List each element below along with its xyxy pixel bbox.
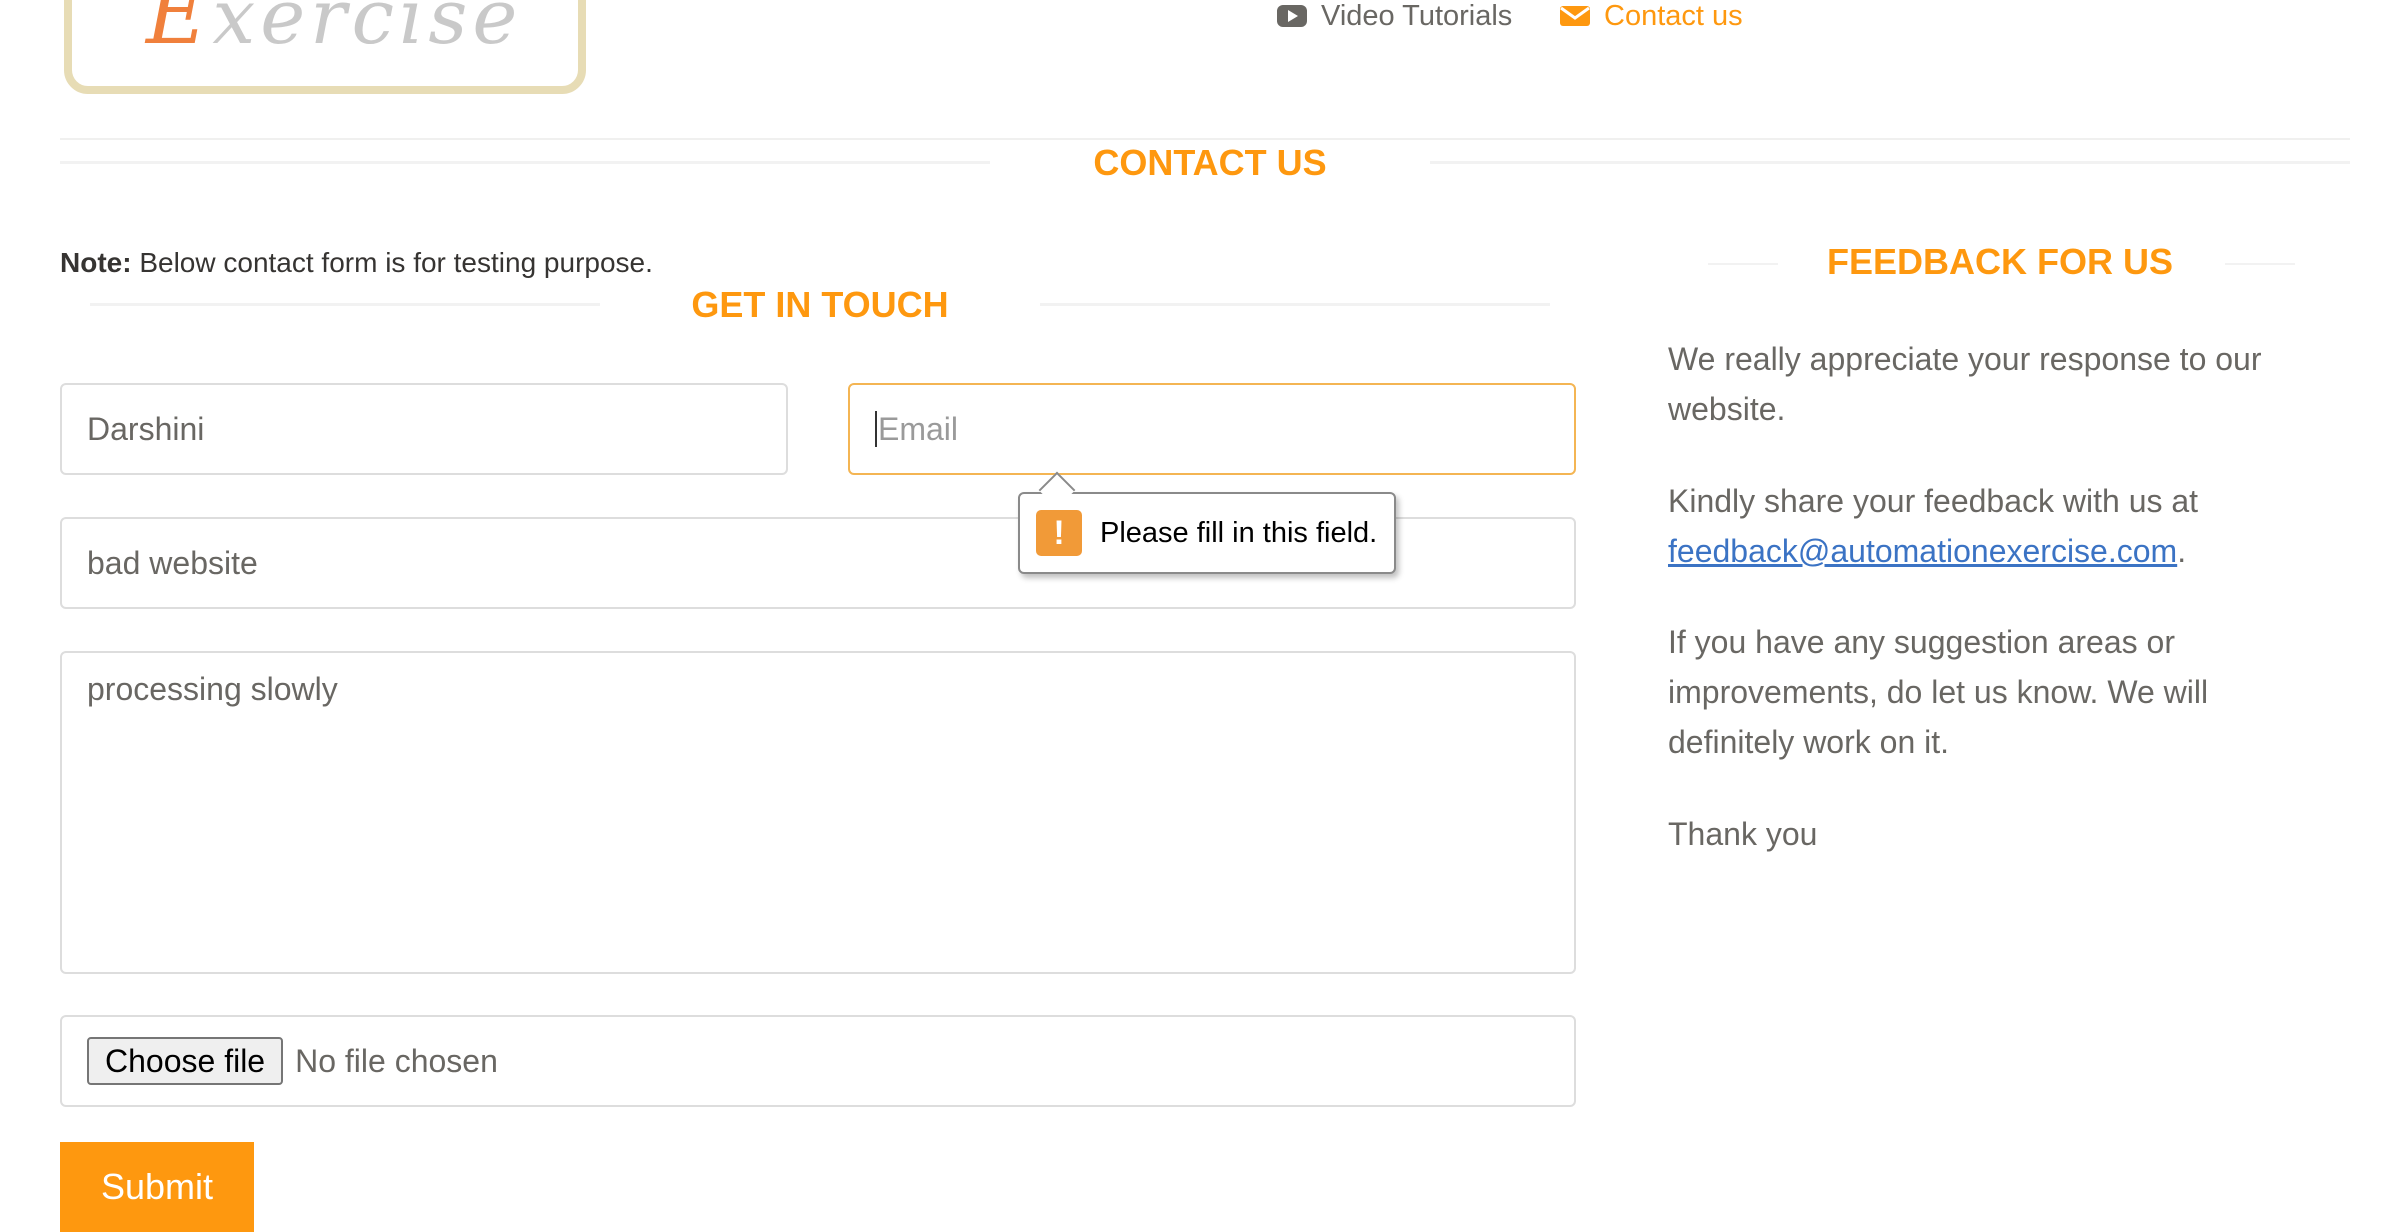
feedback-paragraph-1: We really appreciate your response to ou… — [1668, 341, 2262, 427]
form-title: GET IN TOUCH — [691, 284, 949, 325]
warning-icon: ! — [1036, 510, 1082, 556]
feedback-rule-left — [1708, 263, 1778, 265]
header-divider — [60, 138, 2350, 140]
submit-button[interactable]: Submit — [60, 1142, 254, 1232]
nav-contact-us[interactable]: Contact us — [1560, 0, 1743, 32]
get-in-touch-rule-right — [1040, 303, 1550, 306]
envelope-icon — [1560, 4, 1590, 28]
youtube-play-icon — [1277, 4, 1307, 28]
file-upload-field[interactable]: Choose file No file chosen — [60, 1015, 1576, 1107]
feedback-paragraph-3: If you have any suggestion areas or impr… — [1668, 624, 2209, 760]
feedback-paragraph-2: Kindly share your feedback with us at fe… — [1668, 483, 2199, 569]
logo-text: Exercise — [146, 0, 523, 63]
nav-video-tutorials[interactable]: Video Tutorials — [1277, 0, 1512, 32]
validation-tooltip: ! Please fill in this field. — [1018, 492, 1396, 574]
title-rule-left — [60, 161, 990, 164]
feedback-rule-right — [2225, 263, 2295, 265]
validation-message: Please fill in this field. — [1100, 516, 1378, 549]
choose-file-button[interactable]: Choose file — [87, 1037, 284, 1085]
message-textarea[interactable]: processing slowly — [60, 651, 1576, 974]
feedback-email-link[interactable]: feedback@automationexercise.com — [1668, 533, 2177, 569]
feedback-title: FEEDBACK FOR US — [1826, 241, 2173, 282]
get-in-touch-rule-left — [90, 303, 600, 306]
feedback-thank-you: Thank you — [1668, 816, 1818, 852]
name-input[interactable]: Darshini — [60, 383, 788, 475]
title-rule-right — [1430, 161, 2350, 164]
file-status: No file chosen — [295, 1042, 498, 1079]
text-caret — [875, 411, 877, 447]
form-note: Note: Below contact form is for testing … — [60, 247, 653, 278]
site-logo[interactable]: Exercise — [64, 0, 586, 94]
email-input[interactable]: Email — [848, 383, 1576, 475]
page-title: CONTACT US — [1093, 142, 1327, 183]
